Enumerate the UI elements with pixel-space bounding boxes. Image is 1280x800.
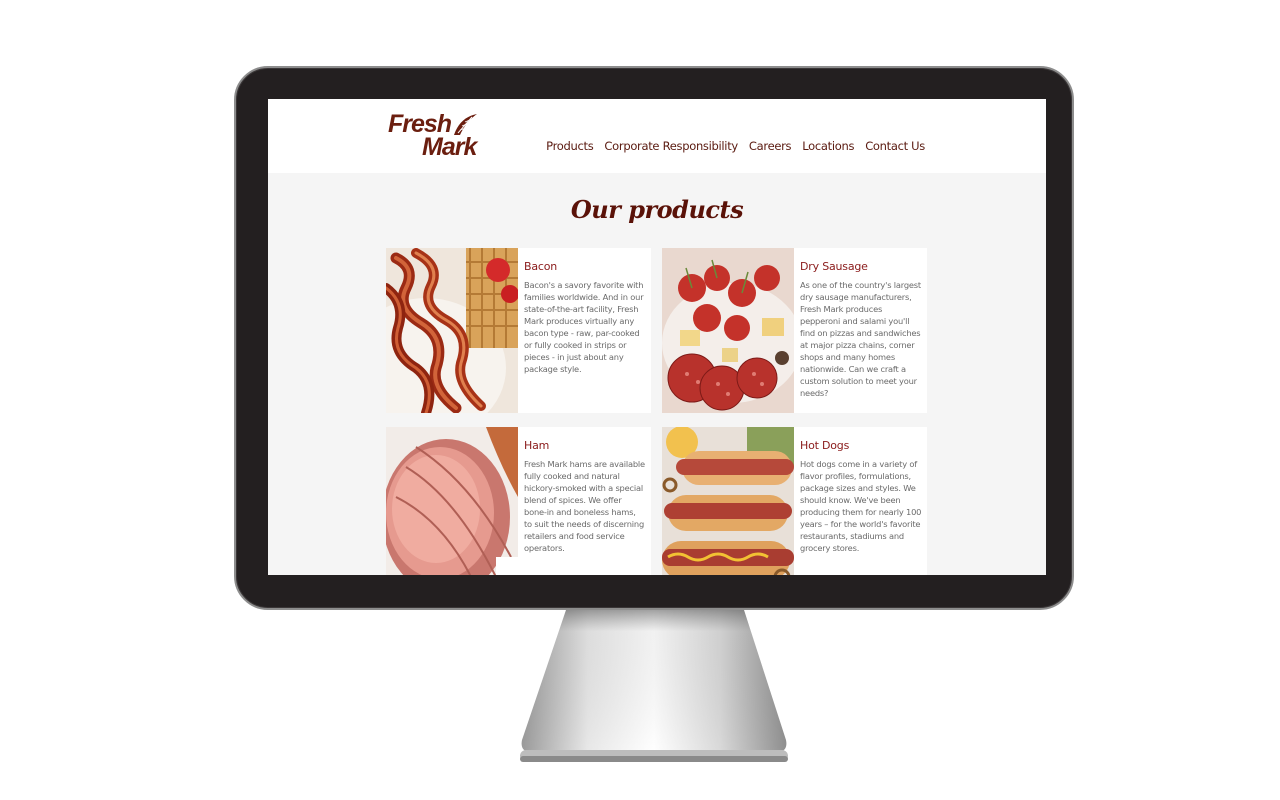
- product-description-dry-sausage: As one of the country's largest dry saus…: [800, 280, 921, 398]
- nav-corporate-responsibility[interactable]: Corporate Responsibility: [604, 139, 738, 153]
- main-nav: Products Corporate Responsibility Career…: [546, 139, 925, 153]
- nav-products[interactable]: Products: [546, 139, 594, 153]
- product-card-bacon[interactable]: Bacon Bacon's a savory favorite with fam…: [386, 248, 651, 413]
- product-card-dry-sausage[interactable]: Dry Sausage As one of the country's larg…: [662, 248, 927, 413]
- nav-contact-us[interactable]: Contact Us: [865, 139, 925, 153]
- logo-text-fresh: Fresh: [388, 110, 452, 138]
- nav-careers[interactable]: Careers: [749, 139, 792, 153]
- leaf-swoosh-icon: [454, 114, 477, 135]
- hot-dogs-image[interactable]: [662, 427, 794, 575]
- product-description-bacon: Bacon's a savory favorite with families …: [524, 280, 644, 374]
- product-title-dry-sausage[interactable]: Dry Sausage: [800, 260, 922, 273]
- logo-text-mark: Mark: [422, 133, 477, 161]
- product-card-hot-dogs[interactable]: Hot Dogs Hot dogs come in a variety of f…: [662, 427, 927, 575]
- product-card-ham[interactable]: Ham Fresh Mark hams are available fully …: [386, 427, 651, 575]
- product-title-bacon[interactable]: Bacon: [524, 260, 646, 273]
- product-description-ham: Fresh Mark hams are available fully cook…: [524, 459, 645, 553]
- bacon-image[interactable]: [386, 248, 518, 413]
- site-header: Fresh Mark Products Corporate Responsibi…: [268, 99, 1046, 173]
- fresh-mark-logo[interactable]: Fresh Mark: [388, 111, 488, 163]
- product-title-ham[interactable]: Ham: [524, 439, 646, 452]
- page-title: Our products: [570, 195, 744, 224]
- dry-sausage-image[interactable]: [662, 248, 794, 413]
- monitor-screen: Fresh Mark Products Corporate Responsibi…: [268, 99, 1046, 575]
- monitor-stand: [520, 610, 788, 762]
- product-title-hot-dogs[interactable]: Hot Dogs: [800, 439, 922, 452]
- nav-locations[interactable]: Locations: [802, 139, 854, 153]
- ham-image[interactable]: [386, 427, 518, 575]
- product-description-hot-dogs: Hot dogs come in a variety of flavor pro…: [800, 459, 922, 553]
